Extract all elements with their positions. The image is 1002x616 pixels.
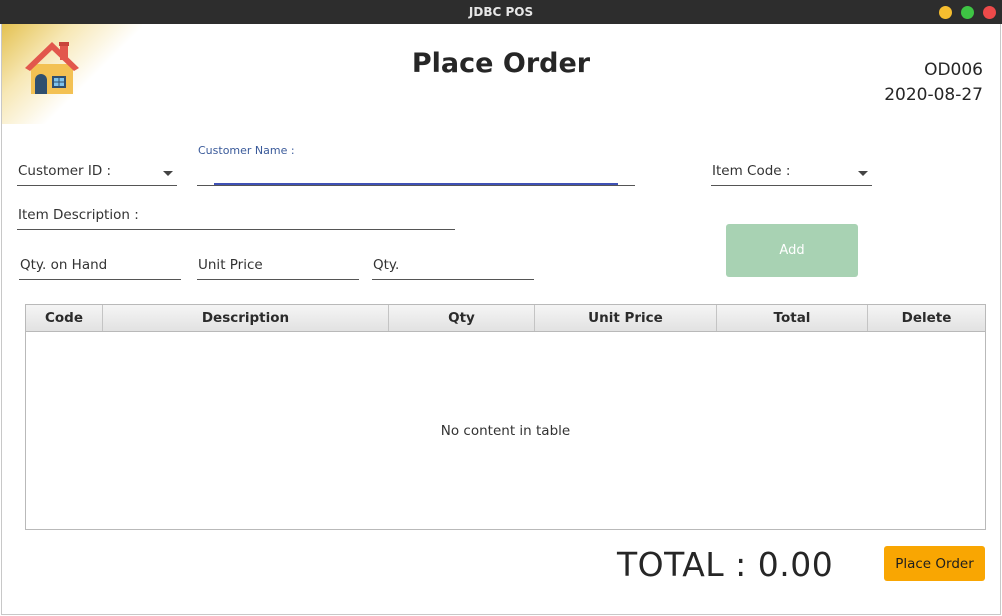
table-header: Code Description Qty Unit Price Total De… <box>26 305 985 332</box>
customer-id-combobox[interactable]: Customer ID : <box>17 160 177 186</box>
order-total: TOTAL : 0.00 <box>617 545 834 584</box>
unit-price-field[interactable]: Unit Price <box>197 254 359 280</box>
column-header-qty[interactable]: Qty <box>389 305 535 331</box>
qty-field[interactable]: Qty. <box>372 254 534 280</box>
column-header-description[interactable]: Description <box>103 305 389 331</box>
qty-label: Qty. <box>373 257 400 273</box>
order-date: 2020-08-27 <box>884 85 983 105</box>
column-header-total[interactable]: Total <box>717 305 868 331</box>
close-button[interactable] <box>983 6 996 19</box>
item-code-label: Item Code : <box>712 163 791 179</box>
customer-name-label: Customer Name : <box>198 144 295 157</box>
order-id: OD006 <box>924 60 983 80</box>
minimize-button[interactable] <box>939 6 952 19</box>
page-title: Place Order <box>411 48 591 79</box>
table-placeholder: No content in table <box>440 423 571 439</box>
column-header-code[interactable]: Code <box>26 305 103 331</box>
chevron-down-icon[interactable] <box>163 171 173 176</box>
customer-name-focus-underline <box>214 183 618 185</box>
qty-on-hand-field[interactable]: Qty. on Hand <box>19 254 181 280</box>
item-description-field[interactable]: Item Description : <box>17 204 455 230</box>
maximize-button[interactable] <box>961 6 974 19</box>
window-titlebar: JDBC POS <box>0 0 1002 24</box>
column-header-delete[interactable]: Delete <box>868 305 985 331</box>
item-code-combobox[interactable]: Item Code : <box>711 160 872 186</box>
order-items-table[interactable]: Code Description Qty Unit Price Total De… <box>25 304 986 530</box>
customer-id-label: Customer ID : <box>18 163 112 179</box>
place-order-button[interactable]: Place Order <box>884 546 985 581</box>
window-title: JDBC POS <box>468 5 534 19</box>
add-button[interactable]: Add <box>726 224 858 277</box>
qty-on-hand-label: Qty. on Hand <box>20 257 108 273</box>
chevron-down-icon[interactable] <box>858 171 868 176</box>
unit-price-label: Unit Price <box>198 257 263 273</box>
place-order-pane: Place Order OD006 2020-08-27 Customer ID… <box>1 24 1001 615</box>
item-description-label: Item Description : <box>18 207 139 223</box>
column-header-unit-price[interactable]: Unit Price <box>535 305 717 331</box>
